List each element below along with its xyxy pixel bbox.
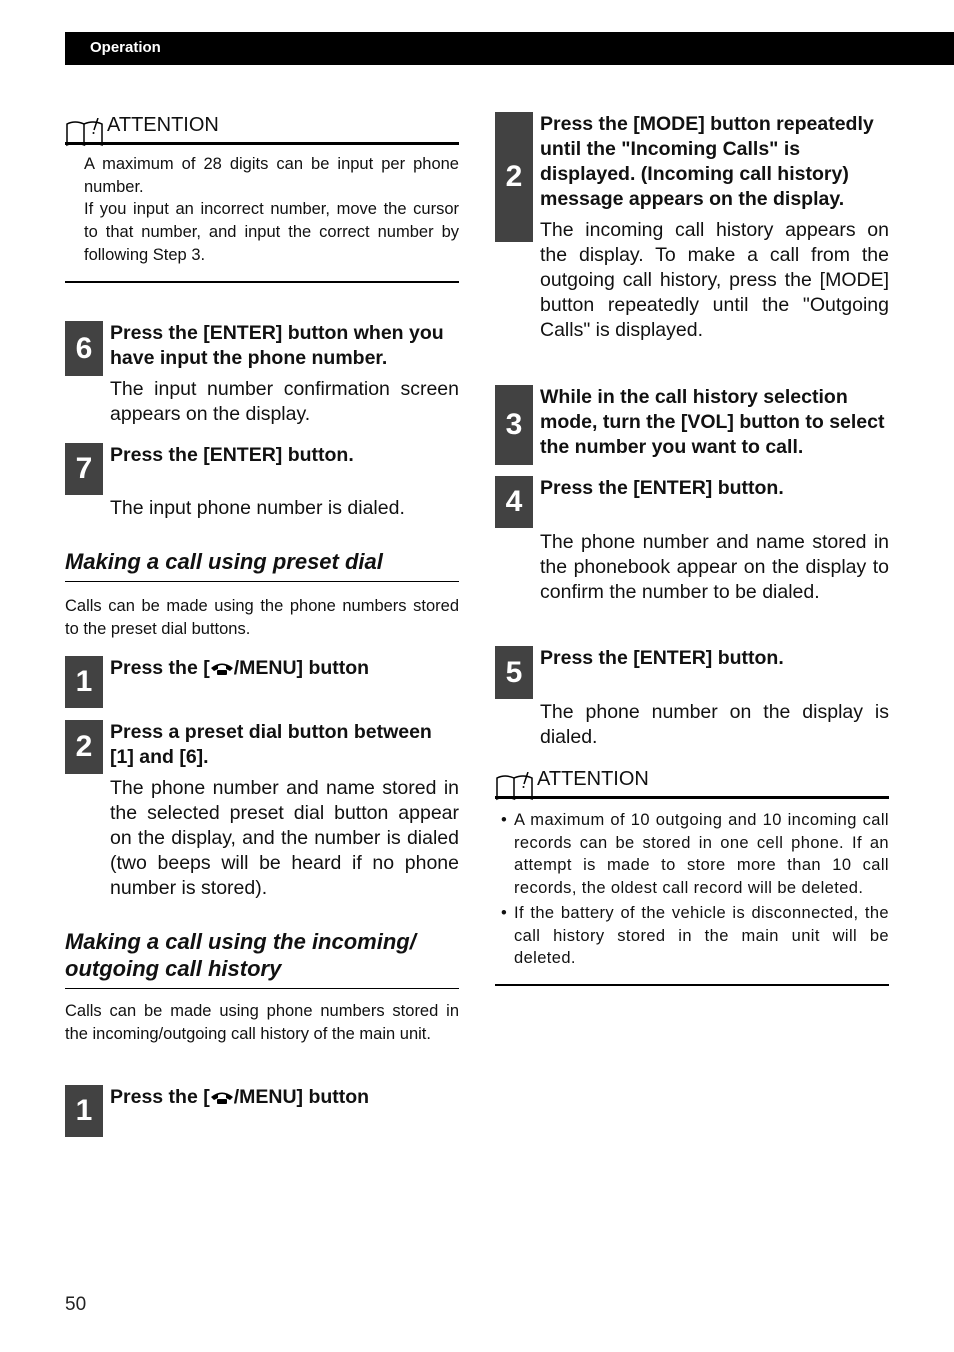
step-1-history: 1 Press the [ /MENU] button: [65, 1085, 459, 1137]
section-header-label: Operation: [90, 39, 161, 56]
step-3-history: 3 While in the call history selection mo…: [495, 385, 889, 465]
step-description: The phone number and name stored in the …: [540, 531, 889, 603]
step-number-badge: 2: [495, 112, 533, 242]
section-header-bar: Operation: [65, 32, 954, 65]
attention-box: ATTENTION A maximum of 10 outgoing and 1…: [495, 766, 889, 986]
step-title: Press the [ /MENU] button: [110, 1085, 459, 1110]
step-description: The phone number and name stored in the …: [110, 777, 459, 899]
attention-text: If you input an incorrect number, move t…: [84, 200, 459, 264]
step-title-prefix: Press the [: [110, 657, 210, 679]
step-title-prefix: Press the [: [110, 1086, 210, 1108]
step-2-history: 2 Press the [MODE] button repeatedly unt…: [495, 112, 889, 343]
step-4-history: 4 Press the [ENTER] button. The phone nu…: [495, 476, 889, 605]
step-title: Press the [MODE] button repeatedly until…: [540, 113, 874, 210]
step-title: Press the [ /MENU] button: [110, 656, 459, 681]
step-title: Press a preset dial button between [1] a…: [110, 721, 432, 768]
step-number-badge: 4: [495, 476, 533, 528]
step-number-badge: 1: [65, 656, 103, 708]
step-title: Press the [ENTER] button.: [540, 477, 784, 499]
step-6: 6 Press the [ENTER] button when you have…: [65, 321, 459, 427]
book-attention-icon: [496, 772, 533, 801]
step-description: The incoming call history appears on the…: [540, 219, 889, 341]
page-number: 50: [65, 1294, 87, 1315]
attention-box: ATTENTION A maximum of 28 digits can be …: [65, 112, 459, 283]
attention-title: ATTENTION: [537, 768, 649, 790]
step-title-suffix: /MENU] button: [233, 1086, 370, 1108]
step-description: The phone number on the display is diale…: [540, 701, 889, 748]
divider: [65, 280, 459, 283]
phone-handset-icon: [210, 663, 233, 675]
book-attention-icon: [66, 118, 103, 147]
attention-bullet: A maximum of 10 outgoing and 10 incoming…: [495, 809, 889, 900]
divider: [495, 983, 889, 986]
step-5-history: 5 Press the [ENTER] button. The phone nu…: [495, 646, 889, 750]
step-number-badge: 3: [495, 385, 533, 465]
step-1-preset: 1 Press the [ /MENU] button: [65, 656, 459, 708]
step-title: Press the [ENTER] button when you have i…: [110, 322, 444, 369]
step-number-badge: 6: [65, 321, 103, 376]
step-number-badge: 7: [65, 443, 103, 495]
attention-bullet: If the battery of the vehicle is disconn…: [495, 902, 889, 970]
step-description: The input number confirmation screen app…: [110, 378, 459, 425]
attention-text: A maximum of 28 digits can be input per …: [84, 155, 459, 196]
step-7: 7 Press the [ENTER] button. The input ph…: [65, 443, 459, 521]
attention-title: ATTENTION: [107, 114, 219, 136]
step-title: Press the [ENTER] button.: [540, 647, 784, 669]
step-description: The input phone number is dialed.: [110, 497, 405, 519]
step-title: While in the call history selection mode…: [540, 386, 885, 458]
section-intro: Calls can be made using phone numbers st…: [65, 1002, 459, 1043]
step-title: Press the [ENTER] button.: [110, 444, 354, 466]
step-number-badge: 2: [65, 720, 103, 774]
step-number-badge: 5: [495, 646, 533, 699]
phone-handset-icon: [210, 1092, 233, 1104]
step-title-suffix: /MENU] button: [233, 657, 370, 679]
section-heading-call-history: Making a call using the incoming/ outgoi…: [65, 928, 459, 989]
step-2-preset: 2 Press a preset dial button between [1]…: [65, 720, 459, 901]
step-number-badge: 1: [65, 1085, 103, 1137]
section-intro: Calls can be made using the phone number…: [65, 597, 459, 638]
section-heading-preset-dial: Making a call using preset dial: [65, 548, 459, 582]
